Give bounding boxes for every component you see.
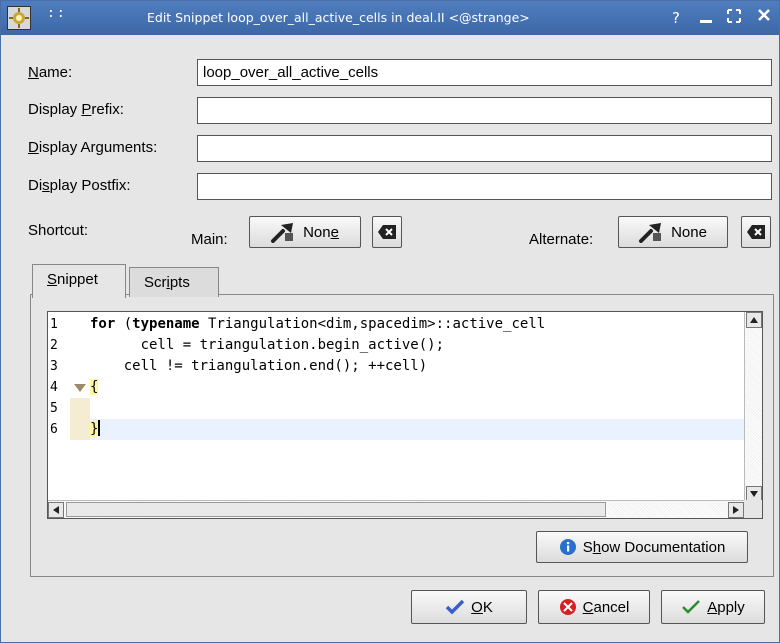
text-cursor [98, 420, 101, 436]
scroll-right-button[interactable] [728, 502, 744, 518]
line-number: 5 [50, 401, 58, 416]
tab-snippet[interactable]: Snippet [32, 264, 126, 298]
main-shortcut-button[interactable]: None [249, 216, 361, 248]
name-label: Name: [28, 64, 73, 81]
cancel-label: Cancel [582, 598, 630, 616]
horizontal-scroll-thumb[interactable] [66, 502, 606, 517]
main-shortcut-value: None [303, 223, 339, 241]
key-config-icon [271, 223, 294, 243]
minimize-icon [700, 20, 712, 23]
fold-region [70, 398, 90, 440]
edit-snippet-dialog: :: Edit Snippet loop_over_all_active_cel… [0, 0, 780, 643]
checkmark-icon [445, 599, 465, 615]
display-arguments-label: Display Arguments: [28, 139, 158, 156]
display-postfix-label: Display Postfix: [28, 177, 131, 194]
main-shortcut-label: Main: [191, 231, 228, 248]
code-line-4: { [90, 379, 99, 395]
maximize-icon [727, 9, 741, 23]
alternate-shortcut-value: None [671, 223, 707, 241]
key-config-icon [639, 223, 662, 243]
clear-main-shortcut-button[interactable] [372, 216, 402, 248]
window-title: Edit Snippet loop_over_all_active_cells … [147, 10, 530, 25]
ok-button[interactable]: OK [411, 590, 527, 624]
horizontal-scrollbar[interactable] [48, 500, 744, 518]
help-button[interactable]: ? [665, 7, 687, 29]
fold-arrow-icon[interactable] [74, 384, 86, 392]
scrollbar-corner [744, 500, 762, 518]
tab-scripts[interactable]: Scripts [129, 267, 219, 297]
display-postfix-input[interactable] [197, 173, 772, 200]
show-documentation-button[interactable]: Show Documentation [536, 531, 748, 563]
apply-check-icon [682, 600, 701, 614]
cancel-icon [559, 599, 576, 615]
line-number: 1 [50, 317, 58, 332]
scroll-left-button[interactable] [48, 502, 64, 518]
line-number-gutter: 1 2 3 4 5 6 [48, 312, 70, 518]
vertical-scrollbar[interactable] [744, 312, 762, 502]
code-editor[interactable]: 1 2 3 4 5 6 for (typename Triangulation<… [47, 311, 763, 519]
cancel-button[interactable]: Cancel [538, 590, 650, 624]
display-prefix-input[interactable] [197, 97, 772, 124]
clear-backspace-icon [747, 225, 765, 239]
code-line-2: cell = triangulation.begin_active(); [90, 337, 445, 353]
code-line-3: cell != triangulation.end(); ++cell) [90, 358, 428, 374]
line-number: 2 [50, 338, 58, 353]
window-grip-icon: :: [47, 6, 67, 21]
apply-button[interactable]: Apply [661, 590, 765, 624]
info-icon [559, 539, 576, 555]
clear-alternate-shortcut-button[interactable] [741, 216, 771, 248]
display-prefix-label: Display Prefix: [28, 101, 124, 118]
alternate-shortcut-label: Alternate: [529, 231, 594, 248]
scroll-up-button[interactable] [746, 312, 762, 328]
code-line-6: } [90, 419, 744, 440]
show-documentation-label: Show Documentation [582, 538, 726, 556]
line-number: 4 [50, 380, 58, 395]
code-text-area[interactable]: for (typename Triangulation<dim,spacedim… [90, 312, 744, 518]
display-arguments-input[interactable] [197, 135, 772, 162]
clear-backspace-icon [378, 225, 396, 239]
minimize-button[interactable] [695, 7, 717, 29]
line-number: 6 [50, 422, 58, 437]
title-bar[interactable]: :: Edit Snippet loop_over_all_active_cel… [1, 1, 779, 35]
shortcut-label: Shortcut: [28, 222, 89, 239]
app-icon[interactable] [7, 6, 31, 30]
apply-label: Apply [707, 598, 745, 616]
name-input[interactable] [197, 59, 772, 86]
close-icon [758, 9, 770, 21]
alternate-shortcut-button[interactable]: None [618, 216, 728, 248]
code-line-1: for (typename Triangulation<dim,spacedim… [90, 316, 546, 332]
line-number: 3 [50, 359, 58, 374]
close-button[interactable] [753, 7, 775, 29]
maximize-button[interactable] [723, 7, 745, 29]
ok-label: OK [471, 598, 493, 616]
